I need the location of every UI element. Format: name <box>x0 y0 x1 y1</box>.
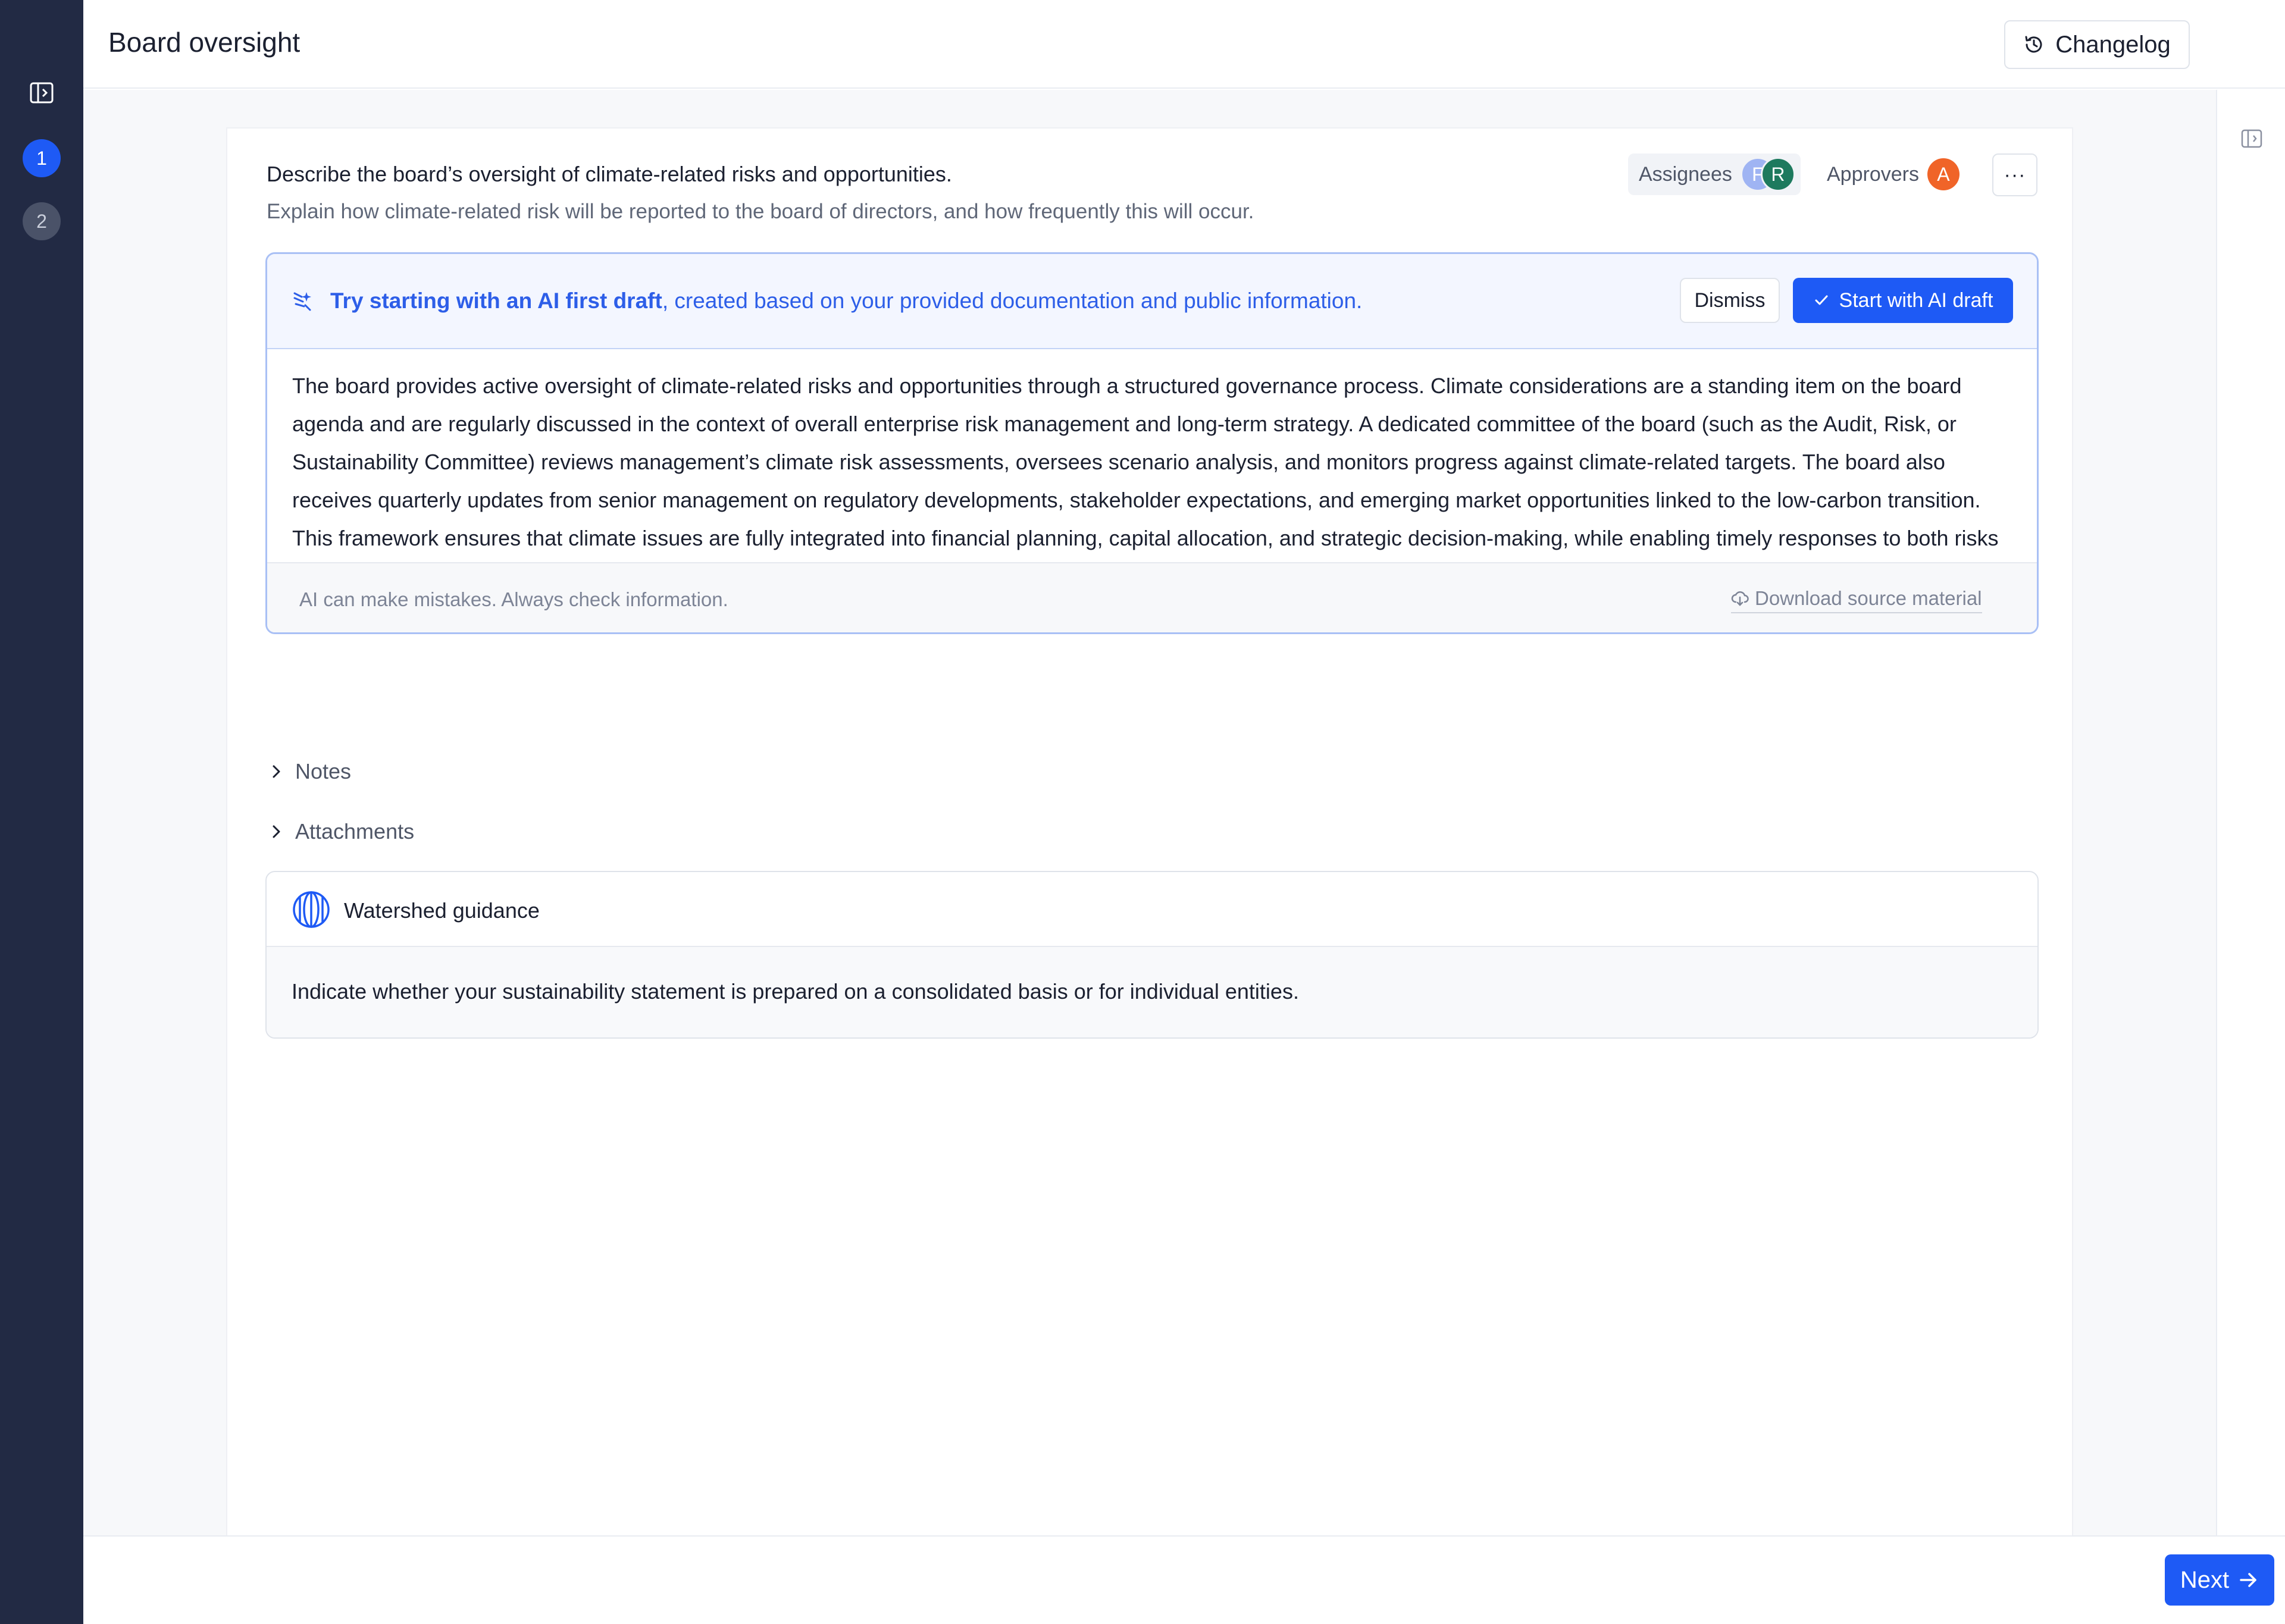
ai-sparkle-icon <box>293 292 311 311</box>
download-source-label: Download source material <box>1755 587 1982 609</box>
guidance-header: Watershed guidance <box>267 872 2037 947</box>
more-options-button[interactable]: ··· <box>1992 153 2037 196</box>
guidance-title: Watershed guidance <box>344 898 540 923</box>
panel-toggle-icon <box>2241 129 2262 148</box>
editor-footer: AI can make mistakes. Always check infor… <box>267 562 2037 632</box>
arrow-right-icon <box>2240 1573 2256 1587</box>
ai-draft-lead: Try starting with an AI first draft <box>330 289 662 313</box>
ai-disclaimer: AI can make mistakes. Always check infor… <box>299 588 728 610</box>
page-title: Board oversight <box>108 27 301 58</box>
approvers-control[interactable]: Approvers A <box>1820 153 1962 195</box>
question-title: Describe the board’s oversight of climat… <box>267 162 952 186</box>
assignees-control[interactable]: Assignees F R <box>1628 153 1801 195</box>
dismiss-button[interactable]: Dismiss <box>1680 278 1780 323</box>
bottom-bar: Next <box>83 1535 2285 1624</box>
guidance-text: Indicate whether your sustainability sta… <box>292 979 1299 1004</box>
question-subtitle: Explain how climate-related risk will be… <box>267 200 1254 223</box>
ai-draft-rest: , created based on your provided documen… <box>662 289 1363 313</box>
top-bar: Board oversight Changelog <box>83 0 2285 89</box>
chevron-right-icon <box>273 765 280 778</box>
start-ai-draft-button[interactable]: Start with AI draft <box>1793 278 2013 323</box>
download-source-link[interactable]: Download source material <box>1731 587 1982 613</box>
assignee-avatars: F R <box>1740 157 1795 192</box>
attachments-label: Attachments <box>295 819 415 844</box>
step-1-button[interactable]: 1 <box>23 139 61 177</box>
approvers-label: Approvers <box>1827 162 1919 186</box>
assignees-label: Assignees <box>1639 162 1732 186</box>
question-card: Describe the board’s oversight of climat… <box>226 127 2073 1535</box>
right-panel-toggle-button[interactable] <box>2240 128 2264 149</box>
step-rail: 1 2 <box>0 0 83 1624</box>
notes-label: Notes <box>295 759 352 783</box>
globe-icon <box>293 891 330 928</box>
guidance-panel: Watershed guidance Indicate whether your… <box>265 871 2039 1039</box>
step-2-button[interactable]: 2 <box>23 202 61 240</box>
draft-text[interactable]: The board provides active oversight of c… <box>292 367 2018 595</box>
start-ai-draft-label: Start with AI draft <box>1839 289 1993 312</box>
avatar: R <box>1760 157 1795 192</box>
attachments-toggle[interactable]: Attachments <box>270 817 414 847</box>
changelog-button[interactable]: Changelog <box>2004 20 2190 69</box>
cloud-download-icon <box>1731 591 1749 606</box>
sidebar-toggle-button[interactable] <box>27 81 56 105</box>
guidance-body: Indicate whether your sustainability sta… <box>267 947 2037 1037</box>
next-button[interactable]: Next <box>2165 1554 2274 1606</box>
more-icon: ··· <box>2004 163 2026 186</box>
ai-draft-banner: Try starting with an AI first draft, cre… <box>267 254 2037 349</box>
avatar: A <box>1927 158 1960 190</box>
next-label: Next <box>2180 1566 2230 1593</box>
right-panel <box>2216 90 2285 1535</box>
history-icon <box>2025 36 2042 53</box>
notes-toggle[interactable]: Notes <box>270 757 351 786</box>
check-icon <box>1815 295 1828 305</box>
sidebar-toggle-icon <box>30 82 54 104</box>
changelog-label: Changelog <box>2055 31 2171 58</box>
answer-editor[interactable]: Try starting with an AI first draft, cre… <box>265 252 2039 634</box>
ai-draft-message: Try starting with an AI first draft, cre… <box>330 289 1362 313</box>
chevron-right-icon <box>273 825 280 838</box>
